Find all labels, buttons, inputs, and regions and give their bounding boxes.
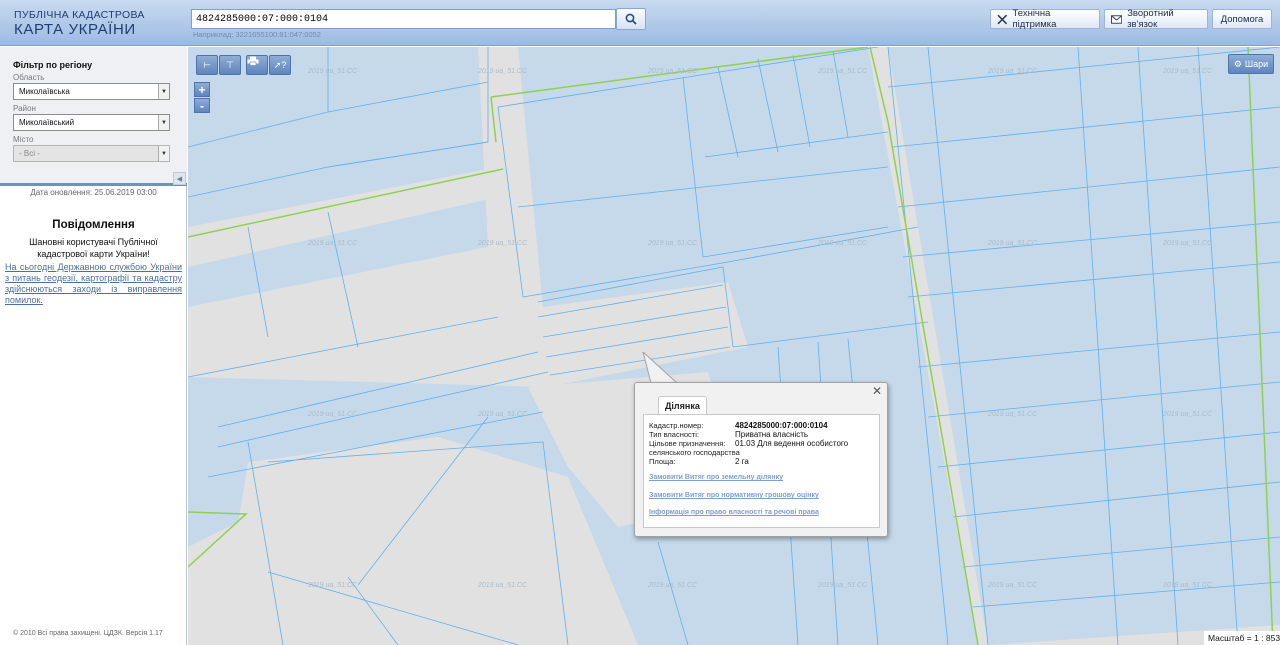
filter-title: Фільтр по регіону: [13, 60, 93, 70]
region-select[interactable]: Миколаївська ▼: [13, 83, 170, 100]
copyright: © 2010 Всі права захищені. ЦДЗК. Версія …: [13, 630, 163, 637]
city-select[interactable]: - Всі - ▼: [13, 145, 170, 162]
ownership-info-link[interactable]: Інформація про право власності та речові…: [649, 509, 819, 516]
map-view[interactable]: 2019 ua_51.CC 2019 ua_51.CC 2019 ua_51.C…: [188, 47, 1280, 645]
ruler-icon: ⊢: [203, 59, 211, 70]
svg-text:2019 ua_51.CC: 2019 ua_51.CC: [817, 240, 868, 247]
logo-line-1: ПУБЛІЧНА КАДАСТРОВА: [14, 9, 145, 21]
update-date: Дата оновлення: 25.06.2019 03:00: [30, 188, 157, 197]
parcel-details: Кадастр.номер: 4824285000:07:000:0104 Ти…: [643, 414, 880, 528]
notice-text: Шановні користувачі Публічної кадастрово…: [29, 237, 158, 259]
svg-text:2019 ua_51.CC: 2019 ua_51.CC: [477, 582, 528, 589]
tab-parcel[interactable]: Ділянка: [658, 396, 707, 415]
cadastral-map: 2019 ua_51.CC 2019 ua_51.CC 2019 ua_51.C…: [188, 47, 1280, 645]
notice-link[interactable]: На сьогодні Державною службою України з …: [5, 262, 182, 306]
svg-text:2019 ua_51.CC: 2019 ua_51.CC: [1162, 411, 1213, 418]
svg-text:2019 ua_51.CC: 2019 ua_51.CC: [987, 68, 1038, 75]
svg-text:2019 ua_51.CC: 2019 ua_51.CC: [477, 240, 528, 247]
search-icon: [625, 13, 637, 25]
svg-text:2019 ua_51.CC: 2019 ua_51.CC: [477, 68, 528, 75]
cadastral-number-label: Кадастр.номер:: [649, 421, 704, 430]
collapse-sidebar-button[interactable]: ◀: [173, 172, 186, 185]
district-label: Район: [13, 104, 36, 113]
identify-button[interactable]: ➚?: [269, 55, 291, 75]
city-label: Місто: [13, 135, 34, 144]
svg-text:2019 ua_51.CC: 2019 ua_51.CC: [817, 582, 868, 589]
gear-icon: ⚙: [1233, 58, 1242, 69]
purpose-value: 01.03 Для ведення особистого: [735, 439, 849, 448]
envelope-icon: [1111, 14, 1123, 24]
measure-distance-button[interactable]: ⊢: [196, 55, 218, 75]
area-label: Площа:: [649, 457, 676, 466]
svg-text:2019 ua_51.CC: 2019 ua_51.CC: [647, 240, 698, 247]
svg-text:2019 ua_51.CC: 2019 ua_51.CC: [1162, 582, 1213, 589]
svg-text:2019 ua_51.CC: 2019 ua_51.CC: [987, 582, 1038, 589]
top-header: ПУБЛІЧНА КАДАСТРОВА КАРТА УКРАЇНИ Наприк…: [0, 0, 1280, 46]
feedback-label: Зворотний зв'язок: [1127, 8, 1174, 30]
svg-text:2019 ua_51.CC: 2019 ua_51.CC: [477, 411, 528, 418]
zoom-in-button[interactable]: +: [194, 82, 210, 97]
zoom-out-button[interactable]: -: [194, 98, 210, 113]
district-value: Миколаївський: [19, 118, 75, 127]
chevron-down-icon: ▼: [158, 84, 169, 99]
site-logo[interactable]: ПУБЛІЧНА КАДАСТРОВА КАРТА УКРАЇНИ: [14, 10, 145, 37]
search-button[interactable]: [616, 8, 646, 30]
svg-text:2019 ua_51.CC: 2019 ua_51.CC: [307, 68, 358, 75]
svg-text:2019 ua_51.CC: 2019 ua_51.CC: [1162, 68, 1213, 75]
printer-icon: [247, 56, 259, 66]
purpose-label: Цільове призначення:: [649, 439, 726, 448]
svg-text:2019 ua_51.CC: 2019 ua_51.CC: [1162, 240, 1213, 247]
pointer-question-icon: ➚?: [273, 59, 287, 70]
chevron-down-icon: ▼: [158, 146, 169, 161]
logo-line-2: КАРТА УКРАЇНИ: [14, 20, 136, 38]
parcel-info-popup: ✕ Ділянка Кадастр.номер: 4824285000:07:0…: [634, 382, 888, 537]
area-value: 2 га: [735, 457, 749, 466]
order-extract-link[interactable]: Замовити Витяг про земельну ділянку: [649, 474, 783, 481]
feedback-button[interactable]: Зворотний зв'язок: [1104, 8, 1208, 30]
order-valuation-link[interactable]: Замовити Витяг про нормативну грошову оц…: [649, 492, 819, 499]
chevron-down-icon: ▼: [158, 115, 169, 130]
help-button[interactable]: Допомога: [1212, 9, 1272, 29]
svg-text:2019 ua_51.CC: 2019 ua_51.CC: [647, 68, 698, 75]
sidebar: Фільтр по регіону Область Миколаївська ▼…: [0, 47, 187, 645]
district-select[interactable]: Миколаївський ▼: [13, 114, 170, 131]
purpose-value-continued: селянського господарства: [649, 448, 740, 457]
region-value: Миколаївська: [19, 87, 70, 96]
area-ruler-icon: ⊤: [226, 59, 234, 70]
search-hint: Наприклад: 3221655100:81:047:0052: [193, 30, 321, 39]
svg-text:2019 ua_51.CC: 2019 ua_51.CC: [307, 240, 358, 247]
notice-title: Повідомлення: [52, 219, 135, 231]
search-input[interactable]: [191, 9, 616, 29]
support-label: Технічна підтримка: [1012, 8, 1057, 30]
close-icon[interactable]: ✕: [872, 385, 882, 397]
svg-text:2019 ua_51.CC: 2019 ua_51.CC: [817, 68, 868, 75]
city-value: - Всі -: [19, 149, 40, 158]
roads: [188, 47, 1280, 645]
region-label: Область: [13, 73, 45, 82]
layers-button[interactable]: ⚙ Шари: [1228, 54, 1274, 74]
svg-text:2019 ua_51.CC: 2019 ua_51.CC: [307, 582, 358, 589]
help-label: Допомога: [1220, 13, 1264, 25]
svg-text:2019 ua_51.CC: 2019 ua_51.CC: [987, 240, 1038, 247]
ownership-type-value: Приватна власність: [735, 430, 809, 439]
ownership-type-label: Тип власності:: [649, 430, 699, 439]
svg-text:2019 ua_51.CC: 2019 ua_51.CC: [647, 582, 698, 589]
svg-text:2019 ua_51.CC: 2019 ua_51.CC: [307, 411, 358, 418]
cadastral-number-value: 4824285000:07:000:0104: [735, 421, 828, 430]
measure-area-button[interactable]: ⊤: [219, 55, 241, 75]
print-button[interactable]: [246, 55, 268, 75]
region-filter: Фільтр по регіону Область Миколаївська ▼…: [0, 47, 187, 186]
layers-label: Шари: [1244, 59, 1269, 69]
support-button[interactable]: Технічна підтримка: [990, 8, 1100, 30]
tools-icon: [997, 14, 1008, 24]
svg-text:2019 ua_51.CC: 2019 ua_51.CC: [987, 411, 1038, 418]
scale-indicator: Масштаб = 1 : 8531: [1204, 631, 1280, 645]
popup-pointer: [642, 352, 679, 384]
